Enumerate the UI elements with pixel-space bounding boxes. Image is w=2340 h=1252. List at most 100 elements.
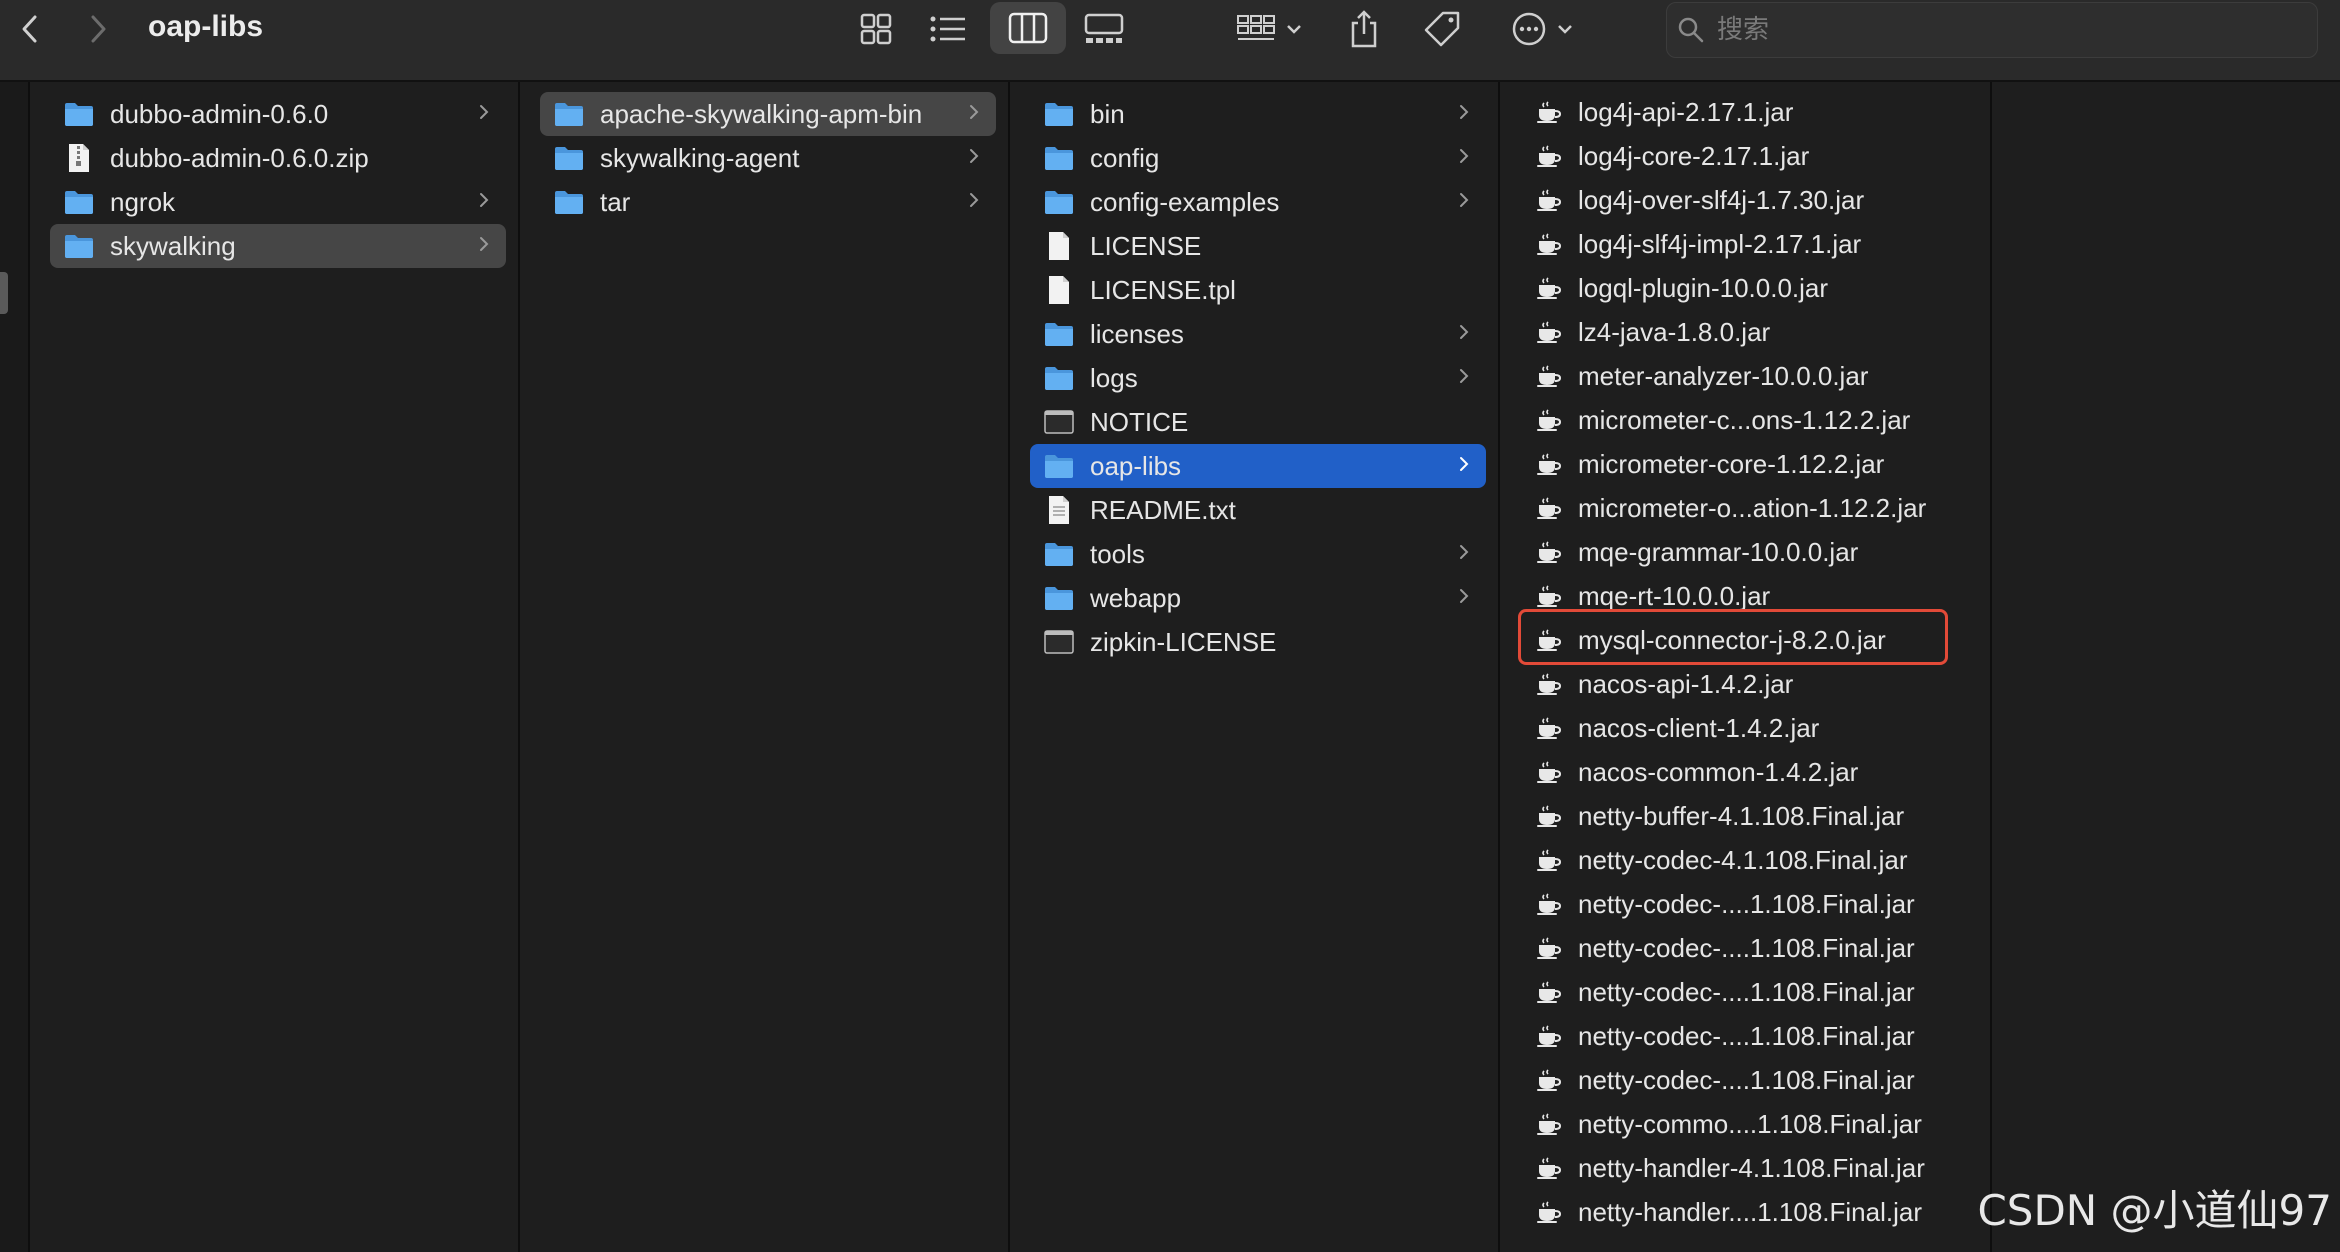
- group-button[interactable]: [1228, 0, 1312, 58]
- chevron-down-icon: [1287, 25, 1301, 34]
- file-item-license[interactable]: LICENSE: [1030, 224, 1486, 268]
- file-item-notice[interactable]: NOTICE: [1030, 400, 1486, 444]
- file-item-netty-handler-4-1-108-final-jar[interactable]: netty-handler-4.1.108.Final.jar: [1526, 1146, 1970, 1190]
- file-item-ngrok[interactable]: ngrok: [50, 180, 506, 224]
- file-item-oap-libs[interactable]: oap-libs: [1030, 444, 1486, 488]
- file-item-nacos-api-1-4-2-jar[interactable]: nacos-api-1.4.2.jar: [1526, 662, 1970, 706]
- file-item-tools[interactable]: tools: [1030, 532, 1486, 576]
- file-item-licenses[interactable]: licenses: [1030, 312, 1486, 356]
- jar-icon: [1534, 1021, 1564, 1051]
- jar-icon: [1534, 273, 1564, 303]
- gallery-view-button[interactable]: [1082, 0, 1126, 58]
- file-item-label: netty-codec-....1.108.Final.jar: [1578, 932, 1915, 963]
- file-item-logql-plugin-10-0-0-jar[interactable]: logql-plugin-10.0.0.jar: [1526, 266, 1970, 310]
- file-item-netty-commo-1-108-final-jar[interactable]: netty-commo....1.108.Final.jar: [1526, 1102, 1970, 1146]
- file-item-nacos-common-1-4-2-jar[interactable]: nacos-common-1.4.2.jar: [1526, 750, 1970, 794]
- chevron-right-icon: [1450, 189, 1478, 215]
- file-item-webapp[interactable]: webapp: [1030, 576, 1486, 620]
- document-icon: [1044, 275, 1074, 305]
- file-item-log4j-api-2-17-1-jar[interactable]: log4j-api-2.17.1.jar: [1526, 90, 1970, 134]
- file-item-skywalking[interactable]: skywalking: [50, 224, 506, 268]
- search-field[interactable]: [1666, 2, 2318, 58]
- icon-view-button[interactable]: [854, 0, 898, 58]
- folder-icon: [554, 143, 584, 173]
- file-item-micrometer-c-ons-1-12-2-jar[interactable]: micrometer-c...ons-1.12.2.jar: [1526, 398, 1970, 442]
- file-item-skywalking-agent[interactable]: skywalking-agent: [540, 136, 996, 180]
- tag-button[interactable]: [1420, 0, 1464, 58]
- folder-icon: [554, 187, 584, 217]
- file-item-netty-codec-1-108-final-jar[interactable]: netty-codec-....1.108.Final.jar: [1526, 1058, 1970, 1102]
- jar-icon: [1534, 97, 1564, 127]
- file-item-micrometer-core-1-12-2-jar[interactable]: micrometer-core-1.12.2.jar: [1526, 442, 1970, 486]
- file-item-nacos-client-1-4-2-jar[interactable]: nacos-client-1.4.2.jar: [1526, 706, 1970, 750]
- file-item-netty-buffer-4-1-108-final-jar[interactable]: netty-buffer-4.1.108.Final.jar: [1526, 794, 1970, 838]
- file-item-label: nacos-client-1.4.2.jar: [1578, 712, 1820, 743]
- chevron-right-icon: [470, 189, 498, 215]
- file-item-config-examples[interactable]: config-examples: [1030, 180, 1486, 224]
- ellipsis-circle-icon: [1512, 12, 1546, 46]
- file-item-netty-codec-4-1-108-final-jar[interactable]: netty-codec-4.1.108.Final.jar: [1526, 838, 1970, 882]
- file-item-lz4-java-1-8-0-jar[interactable]: lz4-java-1.8.0.jar: [1526, 310, 1970, 354]
- window-title: oap-libs: [148, 10, 264, 43]
- sidebar-resize-handle[interactable]: [0, 272, 8, 314]
- text-file-icon: [1044, 495, 1074, 525]
- file-item-meter-analyzer-10-0-0-jar[interactable]: meter-analyzer-10.0.0.jar: [1526, 354, 1970, 398]
- file-item-micrometer-o-ation-1-12-2-jar[interactable]: micrometer-o...ation-1.12.2.jar: [1526, 486, 1970, 530]
- jar-icon: [1534, 1197, 1564, 1227]
- terminal-file-icon: [1044, 627, 1074, 657]
- forward-icon: [91, 15, 106, 43]
- file-item-log4j-core-2-17-1-jar[interactable]: log4j-core-2.17.1.jar: [1526, 134, 1970, 178]
- file-item-bin[interactable]: bin: [1030, 92, 1486, 136]
- file-item-label: tools: [1090, 538, 1145, 569]
- file-item-dubbo-admin-0-6-0-zip[interactable]: dubbo-admin-0.6.0.zip: [50, 136, 506, 180]
- file-item-zipkin-license[interactable]: zipkin-LICENSE: [1030, 620, 1486, 664]
- search-input[interactable]: [1715, 14, 2299, 46]
- file-item-netty-codec-1-108-final-jar[interactable]: netty-codec-....1.108.Final.jar: [1526, 1014, 1970, 1058]
- jar-icon: [1534, 1109, 1564, 1139]
- file-item-label: netty-handler-4.1.108.Final.jar: [1578, 1152, 1925, 1183]
- file-item-label: log4j-over-slf4j-1.7.30.jar: [1578, 184, 1865, 215]
- forward-button[interactable]: [78, 0, 118, 58]
- file-item-label: LICENSE.tpl: [1090, 274, 1236, 305]
- file-item-apache-skywalking-apm-bin[interactable]: apache-skywalking-apm-bin: [540, 92, 996, 136]
- file-item-netty-codec-1-108-final-jar[interactable]: netty-codec-....1.108.Final.jar: [1526, 926, 1970, 970]
- group-icon: [1237, 15, 1275, 40]
- file-item-netty-codec-1-108-final-jar[interactable]: netty-codec-....1.108.Final.jar: [1526, 882, 1970, 926]
- jar-icon: [1534, 493, 1564, 523]
- zip-file-icon: [64, 143, 94, 173]
- file-item-readme-txt[interactable]: README.txt: [1030, 488, 1486, 532]
- list-view-button[interactable]: [926, 0, 970, 58]
- chevron-right-icon: [1450, 321, 1478, 347]
- jar-icon: [1534, 229, 1564, 259]
- share-button[interactable]: [1342, 0, 1386, 58]
- highlight-annotation: [1518, 609, 1948, 665]
- file-item-log4j-over-slf4j-1-7-30-jar[interactable]: log4j-over-slf4j-1.7.30.jar: [1526, 178, 1970, 222]
- file-item-label: log4j-api-2.17.1.jar: [1578, 96, 1794, 127]
- file-item-config[interactable]: config: [1030, 136, 1486, 180]
- file-item-label: netty-codec-4.1.108.Final.jar: [1578, 844, 1908, 875]
- file-item-mqe-grammar-10-0-0-jar[interactable]: mqe-grammar-10.0.0.jar: [1526, 530, 1970, 574]
- column-3: bin config config-examples LICENSE LICENSE.t…: [1010, 82, 1500, 1252]
- file-item-label: netty-codec-....1.108.Final.jar: [1578, 1064, 1915, 1095]
- file-item-label: log4j-slf4j-impl-2.17.1.jar: [1578, 228, 1862, 259]
- folder-icon: [1044, 363, 1074, 393]
- file-item-log4j-slf4j-impl-2-17-1-jar[interactable]: log4j-slf4j-impl-2.17.1.jar: [1526, 222, 1970, 266]
- jar-icon: [1534, 757, 1564, 787]
- more-actions-button[interactable]: [1506, 0, 1580, 58]
- file-item-label: oap-libs: [1090, 450, 1182, 481]
- file-item-netty-handler-1-108-final-jar[interactable]: netty-handler....1.108.Final.jar: [1526, 1190, 1970, 1234]
- folder-icon: [1044, 451, 1074, 481]
- list-icon: [930, 16, 965, 42]
- folder-icon: [1044, 187, 1074, 217]
- column-view-button[interactable]: [990, 2, 1066, 54]
- jar-icon: [1534, 581, 1564, 611]
- file-item-tar[interactable]: tar: [540, 180, 996, 224]
- back-button[interactable]: [10, 0, 50, 58]
- file-item-license-tpl[interactable]: LICENSE.tpl: [1030, 268, 1486, 312]
- file-item-label: licenses: [1090, 318, 1184, 349]
- file-item-label: tar: [600, 186, 631, 217]
- file-item-dubbo-admin-0-6-0[interactable]: dubbo-admin-0.6.0: [50, 92, 506, 136]
- sidebar-edge: [0, 82, 30, 1252]
- file-item-logs[interactable]: logs: [1030, 356, 1486, 400]
- file-item-netty-codec-1-108-final-jar[interactable]: netty-codec-....1.108.Final.jar: [1526, 970, 1970, 1014]
